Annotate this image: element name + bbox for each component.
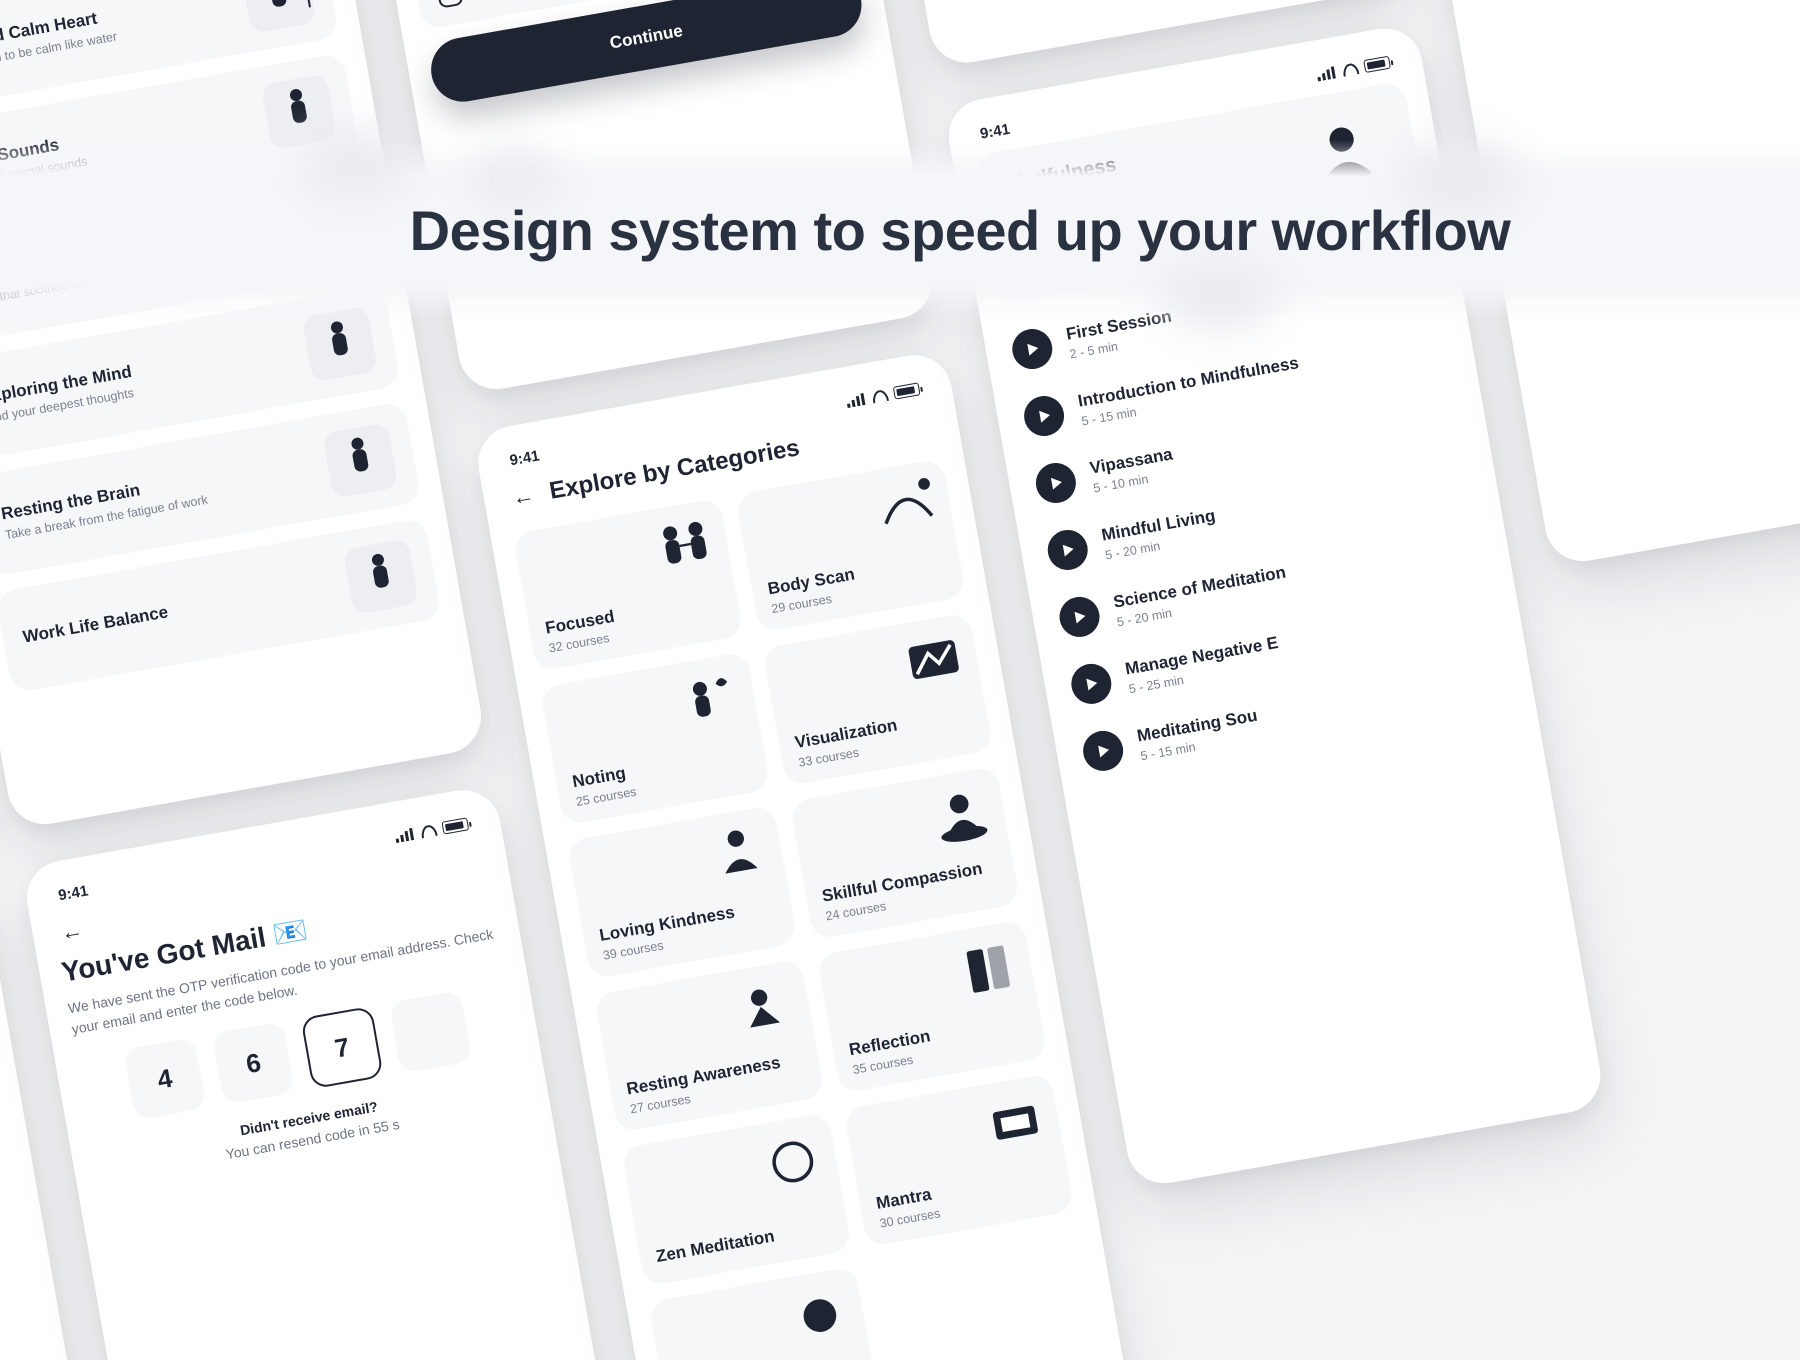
category-illustration (779, 1275, 860, 1356)
back-button[interactable]: ← (52, 912, 91, 951)
signal-icon (394, 827, 416, 842)
category-illustration (894, 621, 975, 702)
play-icon[interactable] (1056, 594, 1102, 640)
otp-digit[interactable]: 7 (300, 1006, 383, 1089)
item-thumbnail (281, 190, 357, 266)
signal-icon (1316, 66, 1338, 81)
category-title: Zen Meditation (655, 1216, 834, 1267)
category-card[interactable]: Vipassana (648, 1266, 879, 1360)
item-thumbnail (261, 74, 337, 150)
status-time: 9:41 (57, 882, 90, 904)
battery-icon (893, 382, 921, 399)
play-icon[interactable] (1045, 527, 1091, 573)
category-illustration (752, 1121, 833, 1202)
wifi-icon (871, 388, 889, 403)
category-card[interactable]: Zen Meditation (621, 1112, 852, 1286)
play-icon[interactable] (1080, 728, 1126, 774)
wifi-icon (1342, 62, 1360, 77)
category-illustration (948, 929, 1029, 1010)
status-time: 9:41 (979, 121, 1012, 143)
category-illustration (644, 507, 725, 588)
play-icon[interactable] (1068, 661, 1114, 707)
category-card[interactable]: Focused32 courses (513, 498, 744, 672)
category-card[interactable]: Noting25 courses (540, 651, 771, 825)
category-card[interactable]: Mantra30 courses (843, 1073, 1074, 1247)
otp-digit[interactable]: 4 (123, 1037, 206, 1120)
item-thumbnail (302, 306, 378, 382)
wifi-icon (420, 823, 438, 838)
back-button[interactable]: ← (504, 477, 543, 516)
category-illustration (921, 775, 1002, 856)
category-card[interactable]: Reflection35 courses (816, 919, 1047, 1093)
play-icon[interactable] (1033, 460, 1079, 506)
battery-icon (441, 817, 469, 834)
item-thumbnail (343, 538, 419, 614)
signal-icon (846, 392, 868, 407)
battery-icon (1363, 56, 1391, 73)
category-card[interactable]: Resting Awareness27 courses (594, 959, 825, 1133)
category-illustration (725, 968, 806, 1049)
status-time: 9:41 (508, 447, 541, 469)
search-screen: 9:41 ← 🔍 St ✕ Feel LessStress reduction … (0, 0, 487, 830)
item-thumbnail (322, 422, 398, 498)
category-illustration (671, 661, 752, 742)
category-card[interactable]: Loving Kindness39 courses (567, 805, 798, 979)
otp-screen: 9:41 ← You've Got Mail 📧 We have sent th… (21, 784, 615, 1360)
play-icon[interactable] (1021, 393, 1067, 439)
category-card[interactable]: Visualization33 courses (762, 612, 993, 786)
category-card[interactable]: Body Scan29 courses (735, 458, 966, 632)
otp-digit[interactable] (389, 990, 472, 1073)
category-illustration (866, 468, 947, 549)
item-thumbnail (240, 0, 316, 34)
category-card[interactable]: Skillful Compassion24 courses (789, 766, 1020, 940)
otp-digit[interactable]: 6 (212, 1022, 295, 1105)
yogi-icon (1281, 93, 1408, 220)
play-icon[interactable] (1009, 326, 1055, 372)
category-illustration (975, 1082, 1056, 1163)
category-illustration (698, 814, 779, 895)
item-title: Work Life Balance (21, 573, 336, 648)
checkbox[interactable] (436, 0, 464, 9)
